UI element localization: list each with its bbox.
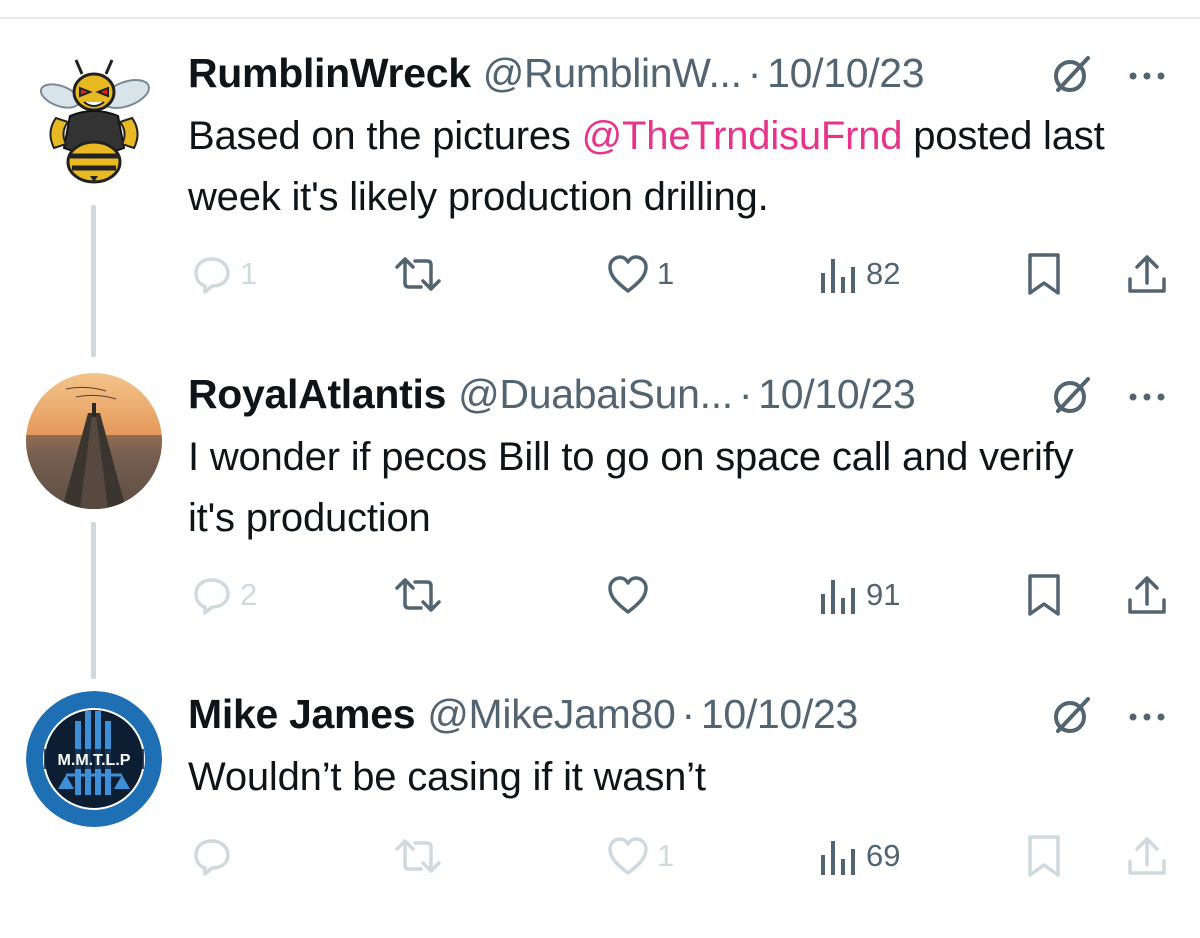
retweet-button[interactable] — [393, 831, 443, 881]
like-button[interactable]: 1 — [605, 249, 674, 299]
timestamp[interactable]: 10/10/23 — [767, 50, 925, 97]
avatar[interactable]: M.M.T.L.P — [26, 691, 162, 827]
mention-link[interactable]: @TheTrndisuFrnd — [582, 114, 903, 158]
bookmark-button[interactable] — [1024, 249, 1064, 299]
display-name[interactable]: RumblinWreck — [188, 50, 471, 97]
share-button[interactable] — [1124, 831, 1170, 881]
like-button[interactable]: 1 — [605, 831, 674, 881]
tweet-header: RoyalAtlantis @DuabaiSun... · 10/10/23 — [188, 369, 916, 419]
tweet-actions: 1 69 — [0, 831, 1200, 881]
like-count: 1 — [657, 256, 675, 291]
pier-sunset-avatar-icon — [26, 373, 162, 509]
share-button[interactable] — [1124, 249, 1170, 299]
tweet-text-part: Based on the pictures — [188, 114, 582, 158]
grok-icon[interactable] — [1050, 373, 1094, 417]
tweet-header: RumblinWreck @RumblinW... · 10/10/23 — [188, 48, 925, 98]
tweet-text: Based on the pictures @TheTrndisuFrnd po… — [188, 106, 1178, 228]
tweet-actions: 1 1 82 — [0, 249, 1200, 299]
tweet[interactable]: RumblinWreck @RumblinW... · 10/10/23 Bas… — [0, 48, 1200, 308]
bookmark-icon — [1028, 253, 1060, 295]
tweet-header: Mike James @MikeJam80 · 10/10/23 — [188, 689, 858, 739]
retweet-icon — [395, 578, 441, 612]
share-icon — [1128, 576, 1166, 614]
like-count: 1 — [657, 838, 675, 873]
views-icon — [821, 841, 855, 875]
views-button[interactable]: 82 — [818, 249, 900, 299]
views-icon — [821, 580, 855, 614]
view-count: 69 — [866, 838, 901, 873]
retweet-icon — [395, 257, 441, 291]
user-handle[interactable]: @RumblinW... — [483, 50, 742, 97]
user-handle[interactable]: @MikeJam80 — [427, 691, 676, 738]
avatar[interactable] — [26, 373, 162, 509]
bookmark-button[interactable] — [1024, 570, 1064, 620]
tweet-text: Wouldn’t be casing if it wasn’t — [188, 755, 706, 799]
retweet-button[interactable] — [393, 249, 443, 299]
view-count: 91 — [866, 577, 901, 612]
share-icon — [1128, 837, 1166, 875]
reply-button[interactable]: 1 — [188, 249, 257, 299]
separator-dot: · — [747, 49, 762, 96]
hornet-mascot-avatar-icon — [26, 52, 162, 188]
views-icon — [821, 259, 855, 293]
bookmark-icon — [1028, 835, 1060, 877]
bookmark-icon — [1028, 574, 1060, 616]
views-button[interactable]: 69 — [818, 831, 900, 881]
heart-icon — [608, 255, 648, 293]
grok-icon[interactable] — [1050, 693, 1094, 737]
heart-icon — [608, 576, 648, 614]
tweet-text: I wonder if pecos Bill to go on space ca… — [188, 435, 1074, 540]
avatar-logo-text: M.M.T.L.P — [58, 752, 131, 769]
more-options-icon[interactable] — [1124, 52, 1170, 96]
retweet-icon — [395, 839, 441, 873]
reply-button[interactable] — [188, 831, 234, 881]
share-button[interactable] — [1124, 570, 1170, 620]
reply-icon — [194, 578, 230, 615]
display-name[interactable]: RoyalAtlantis — [188, 371, 446, 418]
reply-count: 2 — [240, 577, 258, 612]
more-options-icon[interactable] — [1124, 693, 1170, 737]
timestamp[interactable]: 10/10/23 — [758, 371, 916, 418]
reply-icon — [194, 257, 230, 294]
reply-button[interactable]: 2 — [188, 570, 257, 620]
grok-icon[interactable] — [1050, 52, 1094, 96]
view-count: 82 — [866, 256, 901, 291]
timestamp[interactable]: 10/10/23 — [701, 691, 859, 738]
reply-count: 1 — [240, 256, 258, 291]
heart-icon — [608, 837, 648, 875]
display-name[interactable]: Mike James — [188, 691, 416, 738]
like-button[interactable] — [605, 570, 651, 620]
share-icon — [1128, 255, 1166, 293]
bookmark-button[interactable] — [1024, 831, 1064, 881]
tweet-actions: 2 91 — [0, 570, 1200, 620]
avatar[interactable] — [26, 52, 162, 188]
tweet[interactable]: RoyalAtlantis @DuabaiSun... · 10/10/23 I… — [0, 369, 1200, 629]
retweet-button[interactable] — [393, 570, 443, 620]
mmtlp-logo-avatar-icon: M.M.T.L.P — [26, 691, 162, 827]
reply-thread: RumblinWreck @RumblinW... · 10/10/23 Bas… — [0, 0, 1200, 938]
separator-dot: · — [681, 690, 695, 737]
more-options-icon[interactable] — [1124, 373, 1170, 417]
tweet[interactable]: M.M.T.L.P Mike James @MikeJam80 · 10/10/… — [0, 689, 1200, 909]
views-button[interactable]: 91 — [818, 570, 900, 620]
user-handle[interactable]: @DuabaiSun... — [458, 371, 733, 418]
reply-icon — [194, 839, 230, 876]
separator-dot: · — [738, 370, 753, 417]
